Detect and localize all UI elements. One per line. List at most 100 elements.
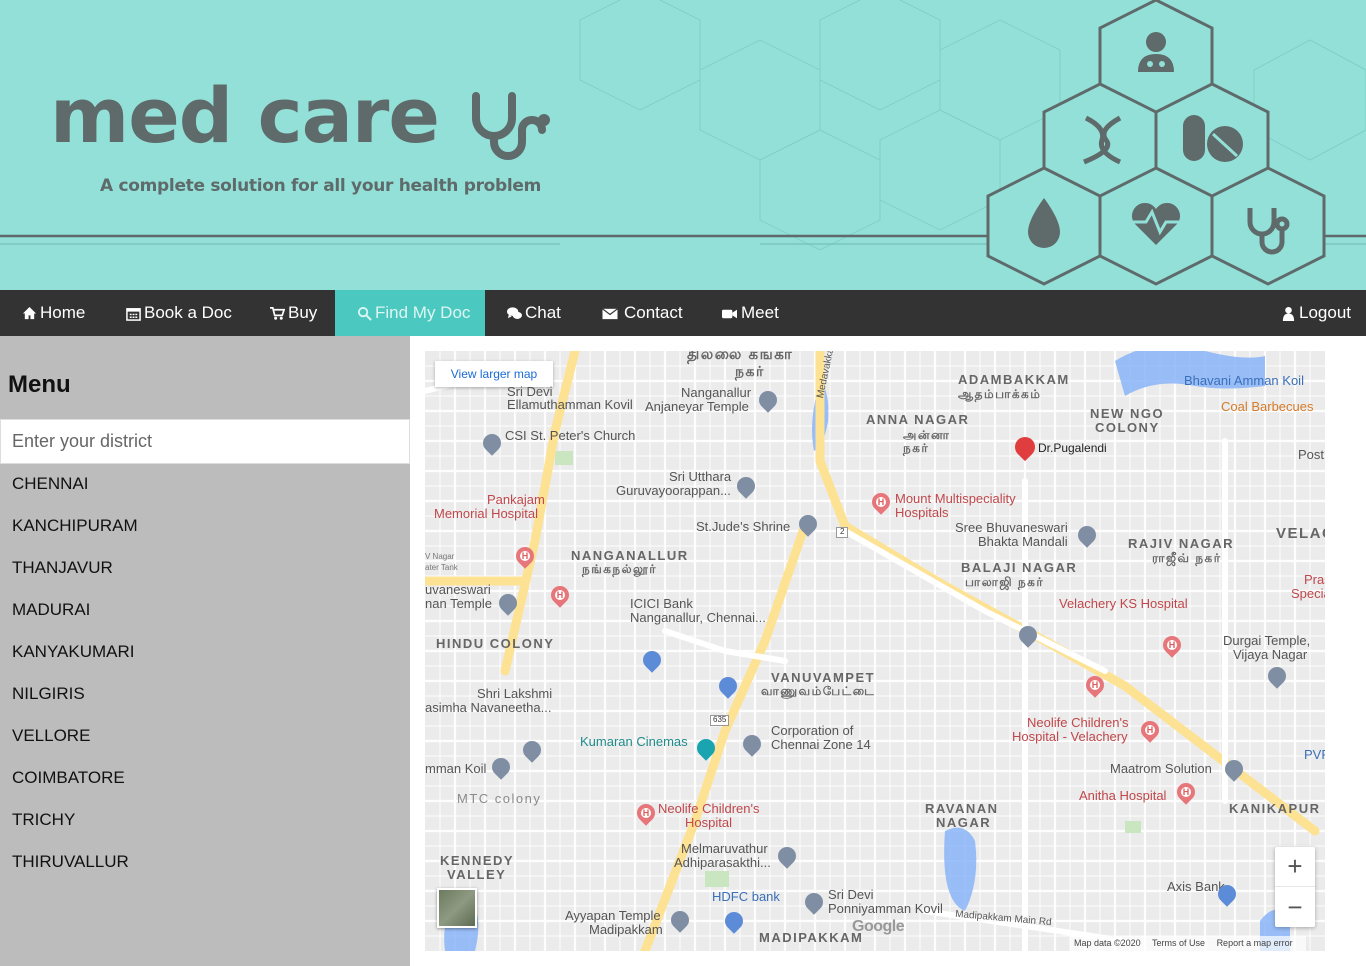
map-label: Vijaya Nagar — [1233, 647, 1308, 662]
map-label: MTC colony — [457, 791, 542, 806]
nav-chat-label: Chat — [525, 303, 561, 322]
map-label: Madipakkam — [589, 922, 663, 937]
zoom-in-button[interactable]: + — [1275, 847, 1315, 887]
map-label: St.Jude's Shrine — [696, 519, 791, 534]
map-label: HINDU COLONY — [436, 636, 555, 651]
sidebar: Menu CHENNAI KANCHIPURAM THANJAVUR MADUR… — [0, 336, 410, 966]
nav-find-label: Find My Doc — [375, 303, 471, 322]
map-label: Anitha Hospital — [1079, 788, 1167, 803]
home-icon — [22, 306, 37, 319]
district-search-input[interactable] — [0, 419, 410, 464]
doctor-marker-label: Dr.Pugalendi — [1038, 441, 1107, 455]
district-item[interactable]: THIRUVALLUR — [0, 842, 410, 884]
map-footer: Map data ©2020 Terms of Use Report a map… — [1070, 936, 1306, 951]
map-label: Bhavani Amman Koil — [1184, 373, 1304, 388]
header-banner: med care A complete solution for all you… — [0, 0, 1366, 290]
nav-meet[interactable]: Meet — [721, 290, 779, 336]
map-label: Adhiparasakthi... — [674, 855, 771, 870]
map-label: NAGAR — [936, 815, 992, 830]
road-shield: 2 — [836, 527, 849, 538]
map-label: நங்கநல்லூர் — [582, 562, 657, 576]
main-navbar: Home Book a Doc Buy Find My Doc Chat Con… — [0, 290, 1366, 336]
map-label: CSI St. Peter's Church — [505, 428, 636, 443]
map-label: Chennai Zone 14 — [771, 737, 871, 752]
map-label: Hospitals — [895, 505, 949, 520]
report-map-error-link[interactable]: Report a map error — [1217, 938, 1293, 948]
map-label: Post — [1298, 447, 1325, 462]
map-label: Coal Barbecues — [1221, 399, 1314, 414]
map-label: நகர் — [735, 363, 765, 379]
district-item[interactable]: VELLORE — [0, 716, 410, 758]
terms-link[interactable]: Terms of Use — [1152, 938, 1205, 948]
map-label: MADIPAKKAM — [759, 930, 864, 945]
district-item[interactable]: COIMBATORE — [0, 758, 410, 800]
map-data-credit: Map data ©2020 — [1074, 938, 1141, 948]
map-label: ராஜீவ் நகர் — [1152, 551, 1222, 565]
nav-home-label: Home — [40, 303, 86, 322]
map-label: தில்லை கங்கா — [687, 351, 794, 363]
chat-icon — [507, 306, 522, 319]
map-label: VALLEY — [447, 867, 507, 882]
map-label: ஆதம்பாக்கம் — [958, 387, 1042, 401]
nav-meet-label: Meet — [741, 303, 779, 322]
map-label: Ponniyamman Kovil — [828, 901, 943, 916]
map-label: Kumaran Cinemas — [580, 734, 688, 749]
road-shield: 635 — [710, 715, 730, 726]
map-label: Hospital - Velachery — [1012, 729, 1128, 744]
map-label: Hospital — [685, 815, 732, 830]
nav-book-label: Book a Doc — [144, 303, 232, 322]
district-item[interactable]: THANJAVUR — [0, 548, 410, 590]
nav-home[interactable]: Home — [22, 290, 85, 336]
district-item[interactable]: NILGIRIS — [0, 674, 410, 716]
map-label: Nanganallur, Chennai... — [630, 610, 766, 625]
nav-logout-label: Logout — [1299, 303, 1351, 322]
district-item[interactable]: CHENNAI — [0, 464, 410, 506]
calendar-icon — [126, 307, 141, 321]
nav-chat[interactable]: Chat — [507, 290, 561, 336]
nav-book-a-doc[interactable]: Book a Doc — [126, 290, 232, 336]
satellite-toggle-button[interactable] — [437, 888, 477, 928]
map-label: HDFC bank — [712, 889, 780, 904]
district-item[interactable]: KANYAKUMARI — [0, 632, 410, 674]
map-label: mman Koil — [425, 761, 487, 776]
user-icon — [1282, 306, 1295, 321]
district-list: CHENNAI KANCHIPURAM THANJAVUR MADURAI KA… — [0, 464, 410, 884]
zoom-control: + − — [1275, 847, 1315, 927]
district-item[interactable]: TRICHY — [0, 800, 410, 842]
map-label: COLONY — [1095, 420, 1160, 435]
map-label: ADAMBAKKAM — [958, 372, 1070, 387]
map-label: nan Temple — [425, 596, 492, 611]
brand-tagline: A complete solution for all your health … — [100, 176, 542, 196]
stethoscope-logo-icon — [472, 92, 550, 160]
map-label: PVR C — [1304, 747, 1325, 762]
map-label: VELAC — [1276, 525, 1325, 542]
map-label: ater Tank — [425, 563, 458, 572]
map-label: Guruvayoorappan... — [616, 483, 731, 498]
google-map[interactable]: View larger map தில்லை கங்கா நகர் ADAMBA… — [425, 351, 1325, 951]
map-label: BALAJI NAGAR — [961, 560, 1078, 575]
map-label: ANNA NAGAR — [866, 412, 970, 427]
district-item[interactable]: KANCHIPURAM — [0, 506, 410, 548]
map-label: Speciali — [1291, 586, 1325, 601]
map-label: Maatrom Solution — [1110, 761, 1212, 776]
nav-logout[interactable]: Logout — [1281, 290, 1351, 336]
map-label: Velachery KS Hospital — [1059, 596, 1188, 611]
map-label: RAJIV NAGAR — [1128, 536, 1235, 551]
search-icon — [357, 306, 372, 321]
sidebar-title: Menu — [8, 371, 71, 398]
map-label: Axis Bank — [1167, 879, 1225, 894]
nav-contact[interactable]: Contact — [601, 290, 683, 336]
nav-find-my-doc[interactable]: Find My Doc — [335, 290, 485, 336]
district-item[interactable]: MADURAI — [0, 590, 410, 632]
cart-icon — [270, 306, 285, 320]
zoom-out-button[interactable]: − — [1275, 887, 1315, 927]
nav-buy-label: Buy — [288, 303, 318, 322]
map-label: Anjaneyar Temple — [645, 399, 749, 414]
map-label: asimha Navaneetha... — [425, 700, 552, 715]
map-label: KANIKAPUR — [1229, 801, 1321, 816]
map-label: Memorial Hospital — [434, 506, 539, 521]
nav-contact-label: Contact — [624, 303, 683, 322]
nav-buy[interactable]: Buy — [270, 290, 317, 336]
google-logo: Google — [852, 918, 905, 935]
map-label: Bhakta Mandali — [978, 534, 1068, 549]
